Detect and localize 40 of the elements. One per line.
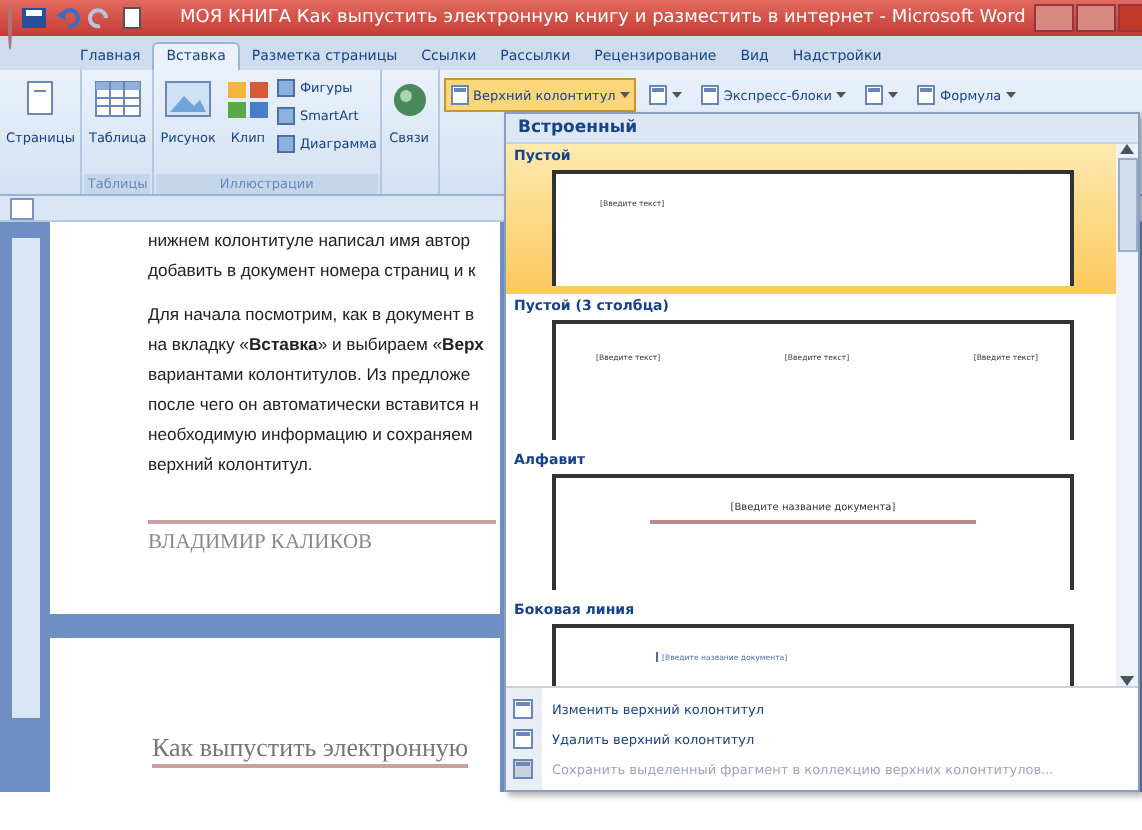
undo-icon[interactable] — [56, 6, 80, 30]
document-icon — [512, 698, 534, 720]
document-icon — [512, 728, 534, 750]
page-icon — [647, 84, 668, 106]
header-title: Как выпустить электронную — [152, 732, 469, 768]
page-icon — [699, 84, 720, 106]
body-text-line: после чего он автоматически вставится н — [148, 392, 481, 418]
body-text-line: вариантами колонтитулов. Из предложе — [148, 362, 473, 388]
redo-icon[interactable] — [88, 6, 112, 30]
table-icon — [93, 78, 142, 122]
shape-icon — [275, 134, 296, 154]
page-icon — [916, 84, 937, 106]
body-text-line: на вкладку «Вставка» и выбираем «Верх — [148, 332, 486, 358]
shape-icon — [275, 78, 296, 98]
shape-icon — [275, 106, 296, 126]
section-heading: Встроенный — [506, 114, 1138, 144]
save-icon[interactable] — [20, 6, 48, 30]
caret-icon — [836, 91, 847, 99]
body-text-line: верхний колонтитул. — [148, 452, 315, 478]
maximize-button[interactable] — [1075, 4, 1116, 32]
body-text-line: нижнем колонтитуле написал имя автор — [148, 228, 473, 254]
document-icon — [512, 758, 534, 780]
window-title: МОЯ КНИГА Как выпустить электронную книгу и разместить в интернет - Microsoft Word — [180, 8, 1026, 28]
picture-icon — [164, 78, 213, 122]
caret-icon — [671, 91, 682, 99]
body-text-line: добавить в документ номера страниц и к — [148, 258, 478, 284]
caret-icon — [619, 91, 630, 99]
page-icon — [449, 84, 470, 106]
document-icon[interactable] — [120, 6, 144, 30]
scrollbar-thumb[interactable] — [1117, 158, 1137, 252]
page-icon — [864, 84, 885, 106]
body-text-line: необходимую информацию и сохраняем — [148, 422, 475, 448]
footer-author: ВЛАДИМИР КАЛИКОВ — [148, 520, 496, 554]
caret-icon — [888, 91, 899, 99]
tab-selector-button[interactable] — [10, 197, 34, 219]
minimize-button[interactable] — [1033, 4, 1074, 32]
body-text-line: Для начала посмотрим, как в документ в — [148, 302, 477, 328]
caret-icon — [1005, 91, 1016, 99]
scrollbar[interactable] — [1116, 144, 1138, 686]
clip-art-icon — [225, 78, 270, 122]
